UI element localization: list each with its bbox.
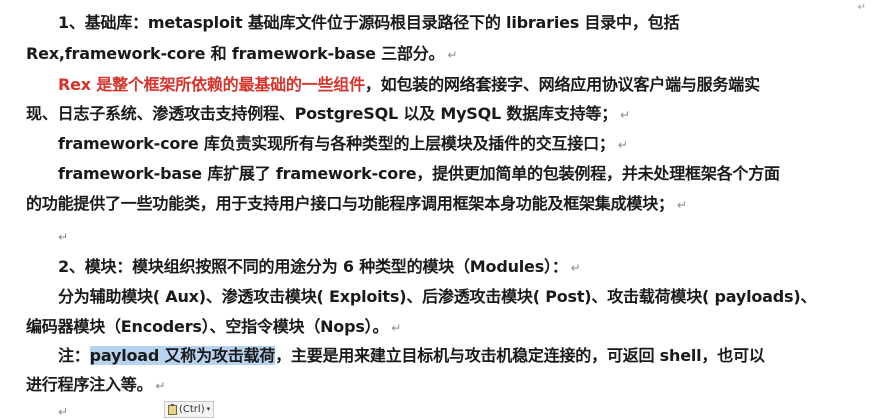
paragraph-mark: ↵ [570, 261, 581, 275]
corner-paragraph-mark: ↵ [857, 2, 866, 13]
line-8: 2、模块：模块组织按照不同的用途分为 6 种类型的模块（Modules）： ↵ [58, 257, 581, 276]
empty-paragraph-mark: ↵ [58, 230, 69, 244]
line-3: Rex 是整个框架所依赖的最基础的一些组件，如包装的网络套接字、网络应用协议客户… [58, 75, 760, 94]
line-6: framework-base 库扩展了 framework-core，提供更加简… [58, 164, 780, 183]
line-10: 编码器模块（Encoders）、空指令模块（Nops）。 ↵ [26, 317, 402, 336]
line-2: Rex,framework-core 和 framework-base 三部分。… [26, 44, 458, 63]
chevron-down-icon: ▾ [206, 405, 211, 413]
line-11: 注：payload 又称为攻击载荷，主要是用来建立目标机与攻击机稳定连接的，可返… [58, 346, 765, 365]
selected-text[interactable]: payload 又称为攻击载荷 [89, 346, 275, 365]
paste-options-button[interactable]: (Ctrl) ▾ [164, 401, 215, 418]
line-9: 分为辅助模块( Aux)、渗透攻击模块( Exploits)、后渗透攻击模块( … [58, 287, 817, 306]
line-4: 现、日志子系统、渗透攻击支持例程、PostgreSQL 以及 MySQL 数据库… [26, 104, 630, 123]
line-7: 的功能提供了一些功能类，用于支持用户接口与功能程序调用框架本身功能及框架集成模块… [26, 194, 687, 213]
line-1: 1、基础库：metasploit 基础库文件位于源码根目录路径下的 librar… [58, 13, 680, 32]
line-5: framework-core 库负责实现所有与各种类型的上层模块及插件的交互接口… [58, 134, 628, 153]
paragraph-mark: ↵ [447, 48, 458, 62]
paragraph-mark: ↵ [155, 379, 166, 393]
paragraph-mark: ↵ [391, 321, 402, 335]
clipboard-icon [168, 403, 177, 415]
paragraph-mark: ↵ [617, 138, 628, 152]
empty-paragraph-mark: ↵ [58, 405, 69, 419]
document-page: ↵ 1、基础库：metasploit 基础库文件位于源码根目录路径下的 libr… [0, 0, 874, 419]
line-12: 进行程序注入等。 ↵ [26, 375, 166, 394]
red-emphasis: Rex 是整个框架所依赖的最基础的一些组件 [58, 75, 365, 94]
paragraph-mark: ↵ [620, 108, 630, 122]
paragraph-mark: ↵ [676, 198, 687, 212]
